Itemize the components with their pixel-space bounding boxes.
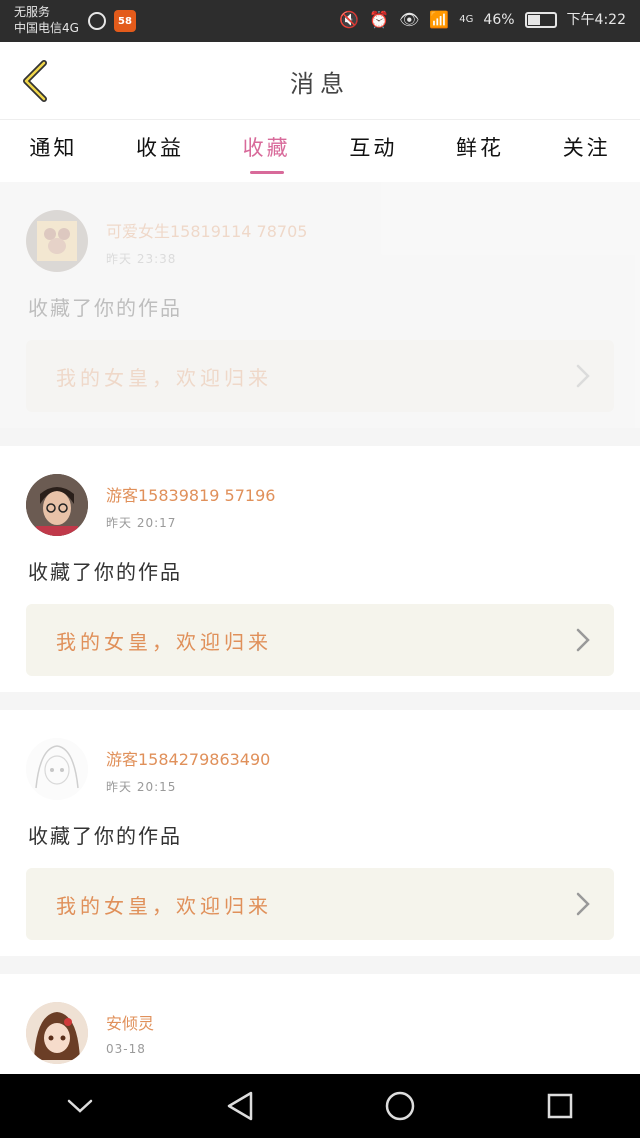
action-text: 收藏了你的作品	[28, 560, 182, 584]
circle-home-icon	[385, 1091, 415, 1121]
username[interactable]: 可爱女生15819114 78705	[106, 218, 307, 242]
timestamp: 03-18	[106, 1042, 146, 1056]
chevron-right-icon	[576, 628, 590, 652]
carrier-name: 中国电信4G	[14, 21, 79, 35]
service-status: 无服务	[14, 5, 51, 19]
alarm-icon: ⏰	[369, 10, 390, 29]
work-title: 我的女皇，欢迎归来	[56, 365, 272, 390]
avatar[interactable]	[26, 738, 88, 800]
chevron-right-icon	[576, 892, 590, 916]
username[interactable]: 游客15839819 57196	[106, 482, 275, 506]
tab-favorites[interactable]: 收藏	[213, 120, 320, 182]
message-card[interactable]: 游客15839819 57196 昨天 20:17 收藏了你的作品 我的女皇，欢…	[0, 446, 640, 692]
app-header: 消息	[0, 42, 640, 120]
action-text: 收藏了你的作品	[28, 824, 182, 848]
chevron-right-icon	[576, 364, 590, 388]
action-text: 收藏了你的作品	[28, 296, 182, 320]
timestamp: 昨天 20:15	[106, 780, 177, 794]
anime-sketch-avatar-icon	[26, 738, 88, 800]
triangle-back-icon	[227, 1091, 253, 1121]
page-title: 消息	[290, 70, 350, 98]
wifi-icon: 📶	[429, 10, 450, 29]
system-indicators: 🔇 ⏰ 👁 📶 4G 46% 下午4:22	[339, 10, 626, 30]
weibo-notification-icon	[88, 12, 106, 30]
notification-icons: 58	[88, 10, 136, 32]
work-link[interactable]: 我的女皇，欢迎归来	[26, 868, 614, 940]
carrier-info: 无服务 中国电信4G	[14, 4, 79, 36]
nav-home-button[interactable]	[370, 1076, 430, 1136]
battery-icon	[524, 12, 557, 28]
chevron-down-icon	[67, 1099, 93, 1113]
work-title: 我的女皇，欢迎归来	[56, 893, 272, 918]
clock: 下午4:22	[566, 12, 626, 28]
tab-following[interactable]: 关注	[533, 120, 640, 182]
message-card[interactable]: 可爱女生15819114 78705 昨天 23:38 收藏了你的作品 我的女皇…	[0, 182, 640, 428]
tab-notifications[interactable]: 通知	[0, 120, 107, 182]
username[interactable]: 安倾灵	[106, 1010, 154, 1034]
mute-icon: 🔇	[339, 10, 360, 29]
timestamp: 昨天 23:38	[106, 252, 177, 266]
nav-back-button[interactable]	[210, 1076, 270, 1136]
username[interactable]: 游客1584279863490	[106, 746, 270, 770]
timestamp: 昨天 20:17	[106, 516, 177, 530]
anime-girl-avatar-icon	[26, 1002, 88, 1064]
message-feed: 可爱女生15819114 78705 昨天 23:38 收藏了你的作品 我的女皇…	[0, 182, 640, 1074]
battery-percent: 46%	[483, 12, 515, 28]
cartoon-mouse-avatar-icon	[37, 221, 77, 261]
nav-recents-button[interactable]	[530, 1076, 590, 1136]
square-recents-icon	[547, 1093, 573, 1119]
network-type: 4G	[459, 14, 474, 25]
avatar[interactable]	[26, 474, 88, 536]
work-link[interactable]: 我的女皇，欢迎归来	[26, 340, 614, 412]
tab-earnings[interactable]: 收益	[107, 120, 214, 182]
user-photo-avatar-icon	[26, 474, 88, 536]
hide-nav-button[interactable]	[50, 1076, 110, 1136]
work-title: 我的女皇，欢迎归来	[56, 629, 272, 654]
avatar[interactable]	[26, 1002, 88, 1064]
tab-interactions[interactable]: 互动	[320, 120, 427, 182]
avatar[interactable]	[26, 210, 88, 272]
message-card[interactable]: 安倾灵 03-18	[0, 974, 640, 1074]
app-notification-icon: 58	[114, 10, 136, 32]
tab-flowers[interactable]: 鲜花	[427, 120, 534, 182]
message-card[interactable]: 游客1584279863490 昨天 20:15 收藏了你的作品 我的女皇，欢迎…	[0, 710, 640, 956]
status-bar: 无服务 中国电信4G 58 🔇 ⏰ 👁 📶 4G 46% 下午4:22	[0, 0, 640, 42]
work-link[interactable]: 我的女皇，欢迎归来	[26, 604, 614, 676]
tab-bar: 通知 收益 收藏 互动 鲜花 关注	[0, 120, 640, 182]
eye-comfort-icon: 👁	[399, 10, 420, 29]
system-nav-bar	[0, 1074, 640, 1138]
